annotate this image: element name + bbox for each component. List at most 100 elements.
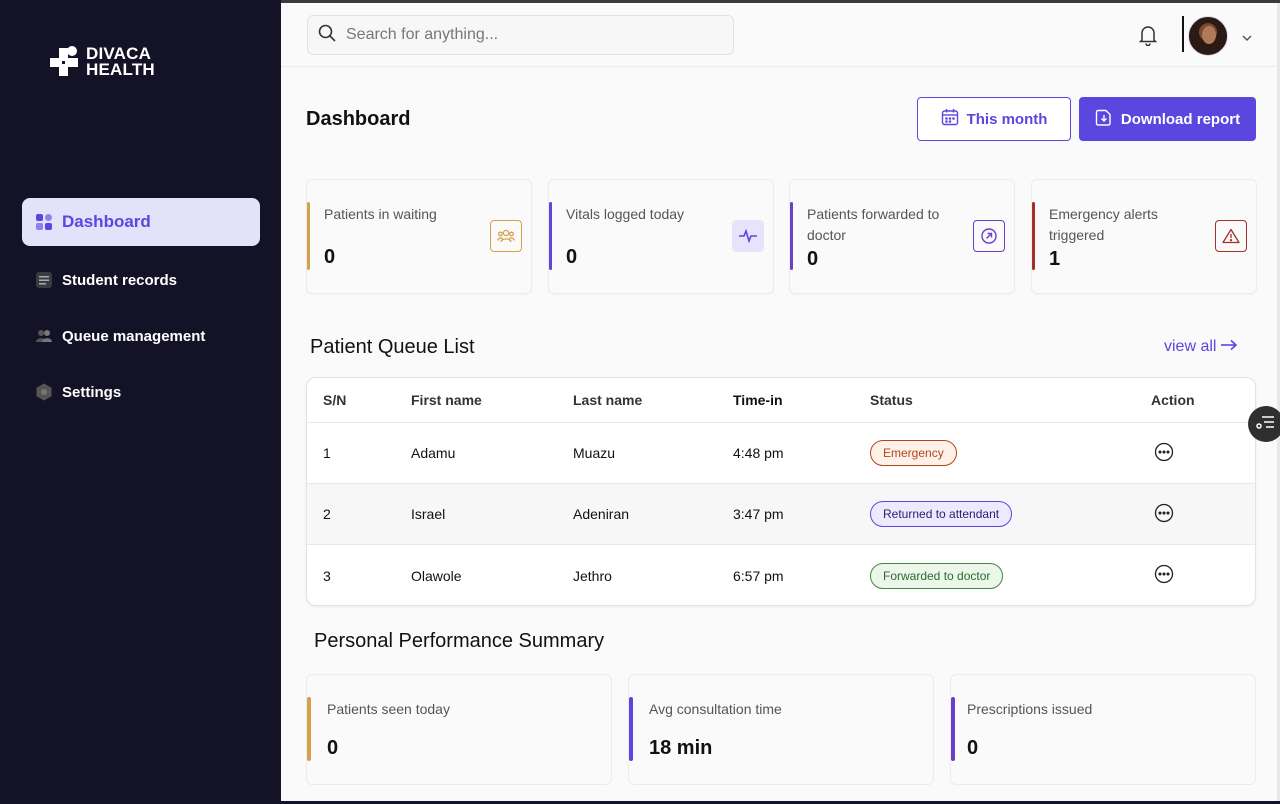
search-box[interactable] xyxy=(307,15,734,55)
stat-accent-bar xyxy=(549,202,552,270)
stat-value: 0 xyxy=(807,248,819,270)
header-divider xyxy=(1182,16,1184,52)
download-file-icon xyxy=(1095,108,1113,130)
col-header-status: Status xyxy=(870,392,913,408)
stat-accent-bar xyxy=(1032,202,1035,270)
table-row[interactable]: 2 Israel Adeniran 3:47 pm Returned to at… xyxy=(307,484,1255,545)
stat-label: Emergency alerts triggered xyxy=(1049,206,1158,243)
stat-card-vitals-logged: Vitals logged today 0 xyxy=(548,179,774,294)
table-header: S/N First name Last name Time-in Status … xyxy=(307,378,1255,423)
perf-label: Avg consultation time xyxy=(649,701,782,717)
more-options-icon[interactable] xyxy=(1154,564,1174,587)
perf-accent-bar xyxy=(951,697,955,761)
sidebar-item-dashboard[interactable]: Dashboard xyxy=(22,198,260,246)
main-content: Dashboard This month Down xyxy=(281,3,1277,801)
more-options-icon[interactable] xyxy=(1154,503,1174,526)
search-input[interactable] xyxy=(346,26,706,44)
perf-accent-bar xyxy=(307,697,311,761)
sidebar-item-label: Settings xyxy=(62,383,122,401)
table-row[interactable]: 3 Olawole Jethro 6:57 pm Forwarded to do… xyxy=(307,545,1255,605)
brand-name: DIVACA HEALTH xyxy=(86,44,155,79)
stat-accent-bar xyxy=(790,202,793,270)
queue-section-title: Patient Queue List xyxy=(310,336,475,358)
cell-last-name: Adeniran xyxy=(573,506,630,522)
bell-icon[interactable] xyxy=(1138,24,1158,47)
perf-card-patients-seen: Patients seen today 0 xyxy=(306,674,612,785)
stat-label: Vitals logged today xyxy=(566,206,685,222)
col-header-action: Action xyxy=(1151,392,1195,408)
view-all-label: view all xyxy=(1164,338,1217,355)
status-badge: Returned to attendant xyxy=(870,501,1013,527)
cell-sn: 3 xyxy=(323,567,331,584)
stat-card-forwarded-doctor: Patients forwarded to doctor 0 xyxy=(789,179,1015,294)
avatar[interactable] xyxy=(1188,16,1228,56)
sidebar: DIVACA HEALTH Dashboard Student records … xyxy=(0,0,281,804)
chevron-down-icon[interactable] xyxy=(1241,29,1253,47)
forward-arrow-icon xyxy=(973,220,1005,252)
perf-card-prescriptions: Prescriptions issued 0 xyxy=(950,674,1256,785)
sidebar-item-settings[interactable]: Settings xyxy=(22,368,260,416)
more-options-icon[interactable] xyxy=(1154,442,1174,465)
sidebar-nav: Dashboard Student records Queue manageme… xyxy=(22,198,260,424)
perf-label: Prescriptions issued xyxy=(967,701,1093,717)
cell-last-name: Muazu xyxy=(573,445,616,461)
sidebar-item-label: Queue management xyxy=(62,327,206,345)
stat-value: 0 xyxy=(324,246,336,268)
perf-accent-bar xyxy=(629,697,633,761)
sidebar-item-label: Dashboard xyxy=(62,212,151,231)
search-icon xyxy=(318,24,336,47)
people-icon xyxy=(34,326,54,346)
download-report-button[interactable]: Download report xyxy=(1079,97,1256,141)
performance-section-title: Personal Performance Summary xyxy=(314,630,605,652)
stat-value: 0 xyxy=(566,246,578,268)
status-badge: Forwarded to doctor xyxy=(870,562,1004,589)
brand-logo[interactable]: DIVACA HEALTH xyxy=(48,45,155,79)
floating-menu-button[interactable] xyxy=(1248,406,1280,442)
cell-first-name: Adamu xyxy=(411,445,456,461)
table-row[interactable]: 1 Adamu Muazu 4:48 pm Emergency xyxy=(307,423,1255,484)
users-icon xyxy=(490,220,522,252)
cell-last-name: Jethro xyxy=(573,567,612,584)
cell-sn: 1 xyxy=(323,445,331,461)
status-badge: Emergency xyxy=(870,440,957,466)
stat-card-patients-waiting: Patients in waiting 0 xyxy=(306,179,532,294)
patient-queue-table: S/N First name Last name Time-in Status … xyxy=(306,377,1256,606)
col-header-sn: S/N xyxy=(323,392,347,408)
cell-first-name: Olawole xyxy=(411,567,462,584)
download-report-label: Download report xyxy=(1120,110,1241,128)
perf-label: Patients seen today xyxy=(327,701,450,717)
stat-accent-bar xyxy=(307,202,310,270)
stat-label: Patients forwarded to doctor xyxy=(807,206,940,243)
sidebar-item-queue-management[interactable]: Queue management xyxy=(22,312,260,360)
arrow-right-icon xyxy=(1220,338,1238,356)
perf-value: 18 min xyxy=(649,737,713,759)
col-header-time-in: Time-in xyxy=(733,392,783,408)
col-header-first-name: First name xyxy=(411,392,482,408)
sidebar-item-student-records[interactable]: Student records xyxy=(22,256,260,304)
cell-first-name: Israel xyxy=(411,506,446,522)
logo-cross-icon xyxy=(48,45,82,79)
calendar-icon xyxy=(941,108,959,130)
document-icon xyxy=(34,270,54,290)
stat-value: 1 xyxy=(1049,248,1061,270)
view-all-link[interactable]: view all xyxy=(1164,338,1238,356)
cell-time-in: 4:48 pm xyxy=(733,445,784,461)
perf-value: 0 xyxy=(327,737,339,759)
this-month-button[interactable]: This month xyxy=(917,97,1071,141)
sidebar-item-label: Student records xyxy=(62,271,178,289)
cell-time-in: 6:57 pm xyxy=(733,567,784,584)
list-menu-icon xyxy=(1256,414,1276,435)
pulse-icon xyxy=(732,220,764,252)
warning-icon xyxy=(1215,220,1247,252)
col-header-last-name: Last name xyxy=(573,392,643,408)
stat-card-emergency-alerts: Emergency alerts triggered 1 xyxy=(1031,179,1257,294)
stat-label: Patients in waiting xyxy=(324,206,437,222)
cell-time-in: 3:47 pm xyxy=(733,506,784,522)
cell-sn: 2 xyxy=(323,506,331,522)
this-month-label: This month xyxy=(966,110,1048,128)
perf-card-avg-consultation: Avg consultation time 18 min xyxy=(628,674,934,785)
page-title: Dashboard xyxy=(306,108,411,130)
gear-icon xyxy=(34,382,54,402)
dashboard-grid-icon xyxy=(34,212,54,232)
top-bar xyxy=(281,3,1277,67)
